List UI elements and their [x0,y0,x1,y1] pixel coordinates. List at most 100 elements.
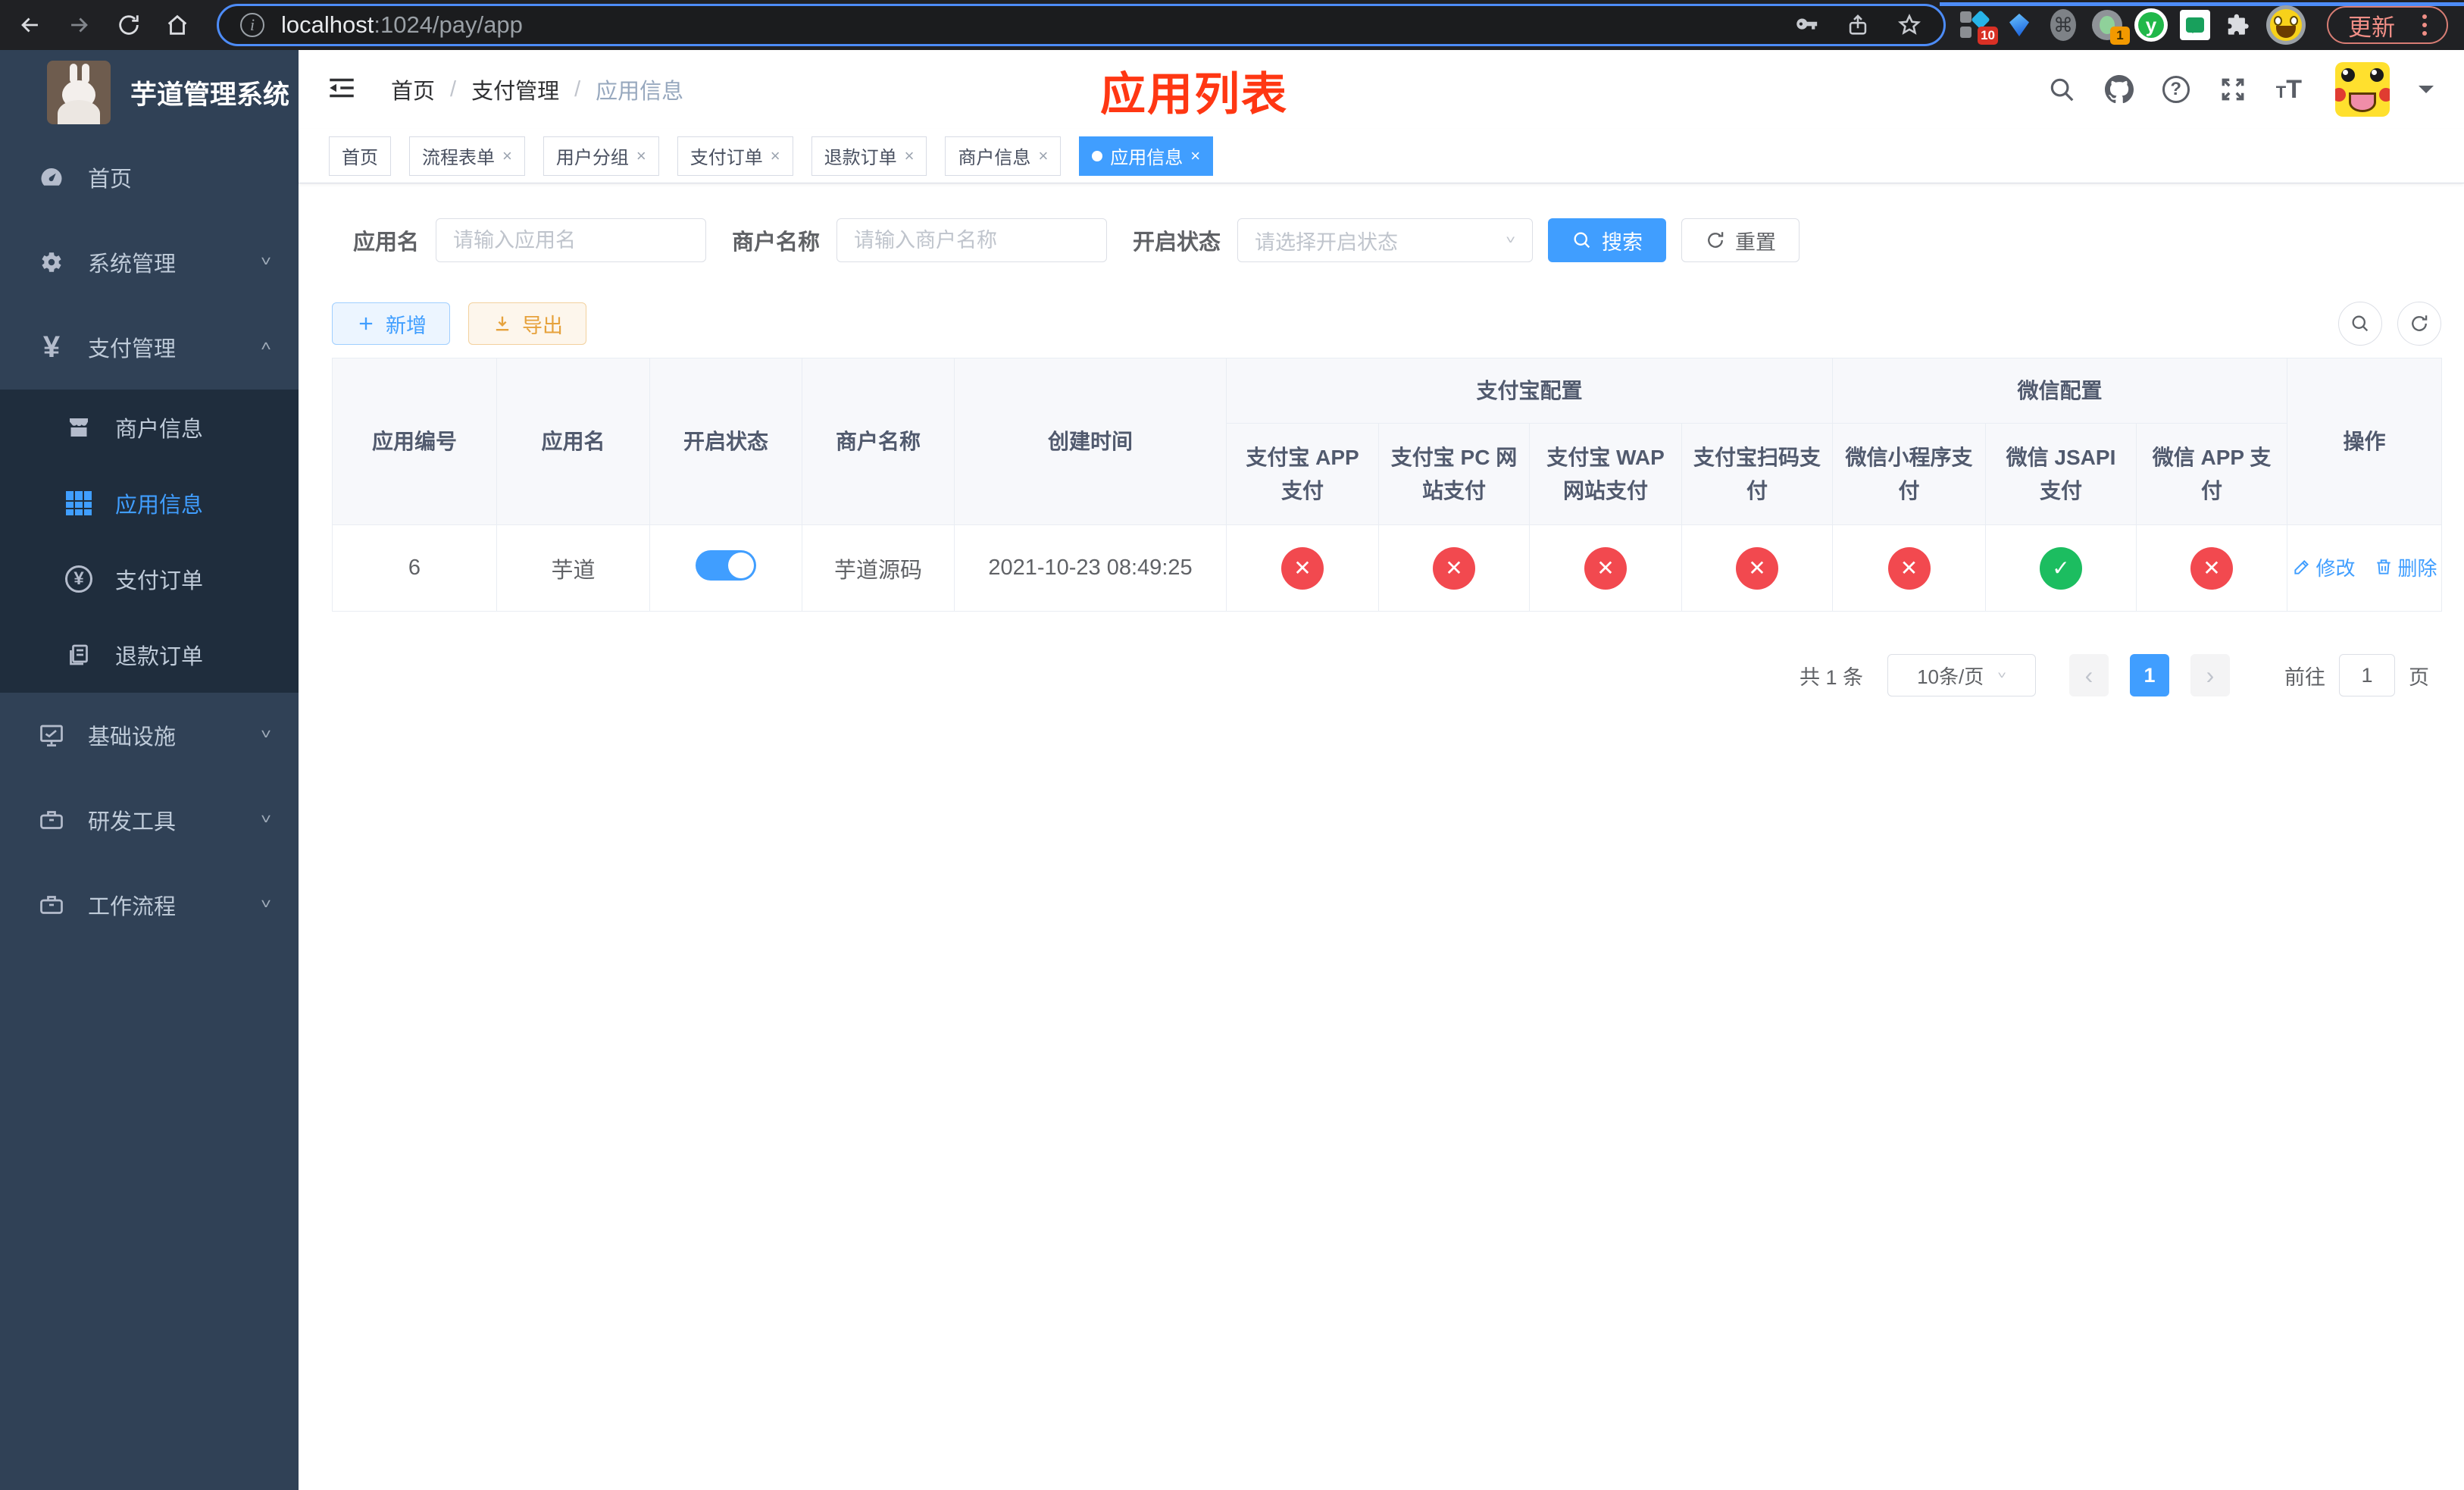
extension-chat-icon[interactable] [2178,8,2212,42]
fullscreen-icon[interactable] [2219,75,2247,104]
page-size-select[interactable]: 10条/页 ˅ [1887,654,2036,696]
tab-app-info[interactable]: 应用信息 × [1079,136,1214,176]
col-alipay-pc: 支付宝 PC 网站支付 [1378,423,1530,525]
close-icon[interactable]: × [905,146,915,166]
tab-merchant-info[interactable]: 商户信息 × [945,136,1062,176]
user-avatar[interactable] [2335,62,2390,117]
share-icon[interactable] [1845,12,1871,38]
font-size-icon[interactable]: TT [2276,75,2302,105]
sidebar-item-system[interactable]: 系统管理 ˅ [0,220,299,305]
config-status-icon: ✕ [1433,546,1475,590]
site-info-icon[interactable]: i [240,13,264,37]
yen-icon: ¥ [42,330,61,364]
close-icon[interactable]: × [1038,146,1048,166]
status-select[interactable]: 请选择开启状态 ˅ [1237,218,1534,262]
tab-home[interactable]: 首页 [329,136,391,176]
delete-link[interactable]: 删除 [2374,553,2437,581]
prev-page-button[interactable]: ‹ [2069,654,2109,696]
url-bar[interactable]: i localhost:1024/pay/app [217,4,1946,46]
tab-refund-order[interactable]: 退款订单 × [811,136,927,176]
cell-created: 2021-10-23 08:49:25 [954,524,1227,612]
reload-button[interactable] [108,0,150,50]
search-icon [1574,232,1590,249]
edit-link[interactable]: 修改 [2292,553,2356,581]
extension-command-icon[interactable]: ⌘ [2047,8,2080,42]
help-icon[interactable]: ? [2162,76,2190,103]
active-dot [1092,150,1103,161]
col-app-name: 应用名 [496,358,650,525]
extension-kite-icon[interactable] [2003,8,2036,42]
extension-blue-diamond-icon[interactable]: 10 [1959,8,1998,45]
export-button[interactable]: 导出 [468,302,586,345]
browser-profile-avatar[interactable] [2266,5,2306,45]
shop-icon [64,414,94,441]
sidebar-item-pay-order[interactable]: ¥ 支付订单 [0,541,299,617]
next-page-button[interactable]: › [2190,654,2230,696]
github-icon[interactable] [2104,75,2134,104]
home-button[interactable] [156,0,199,50]
password-key-icon[interactable] [1793,12,1819,38]
config-status-icon: ✕ [1584,546,1627,590]
table-grid-icon [64,491,94,515]
status-label: 开启状态 [1133,230,1221,255]
group-wechat-config: 微信配置 [1832,358,2288,424]
sidebar-fold-icon[interactable] [326,72,358,108]
add-button[interactable]: 新增 [332,302,450,345]
current-page[interactable]: 1 [2130,654,2169,696]
refresh-icon [1708,232,1724,248]
close-icon[interactable]: × [636,146,646,166]
sidebar-item-workflow[interactable]: 工作流程 ˅ [0,862,299,947]
sidebar-item-merchant-info[interactable]: 商户信息 [0,390,299,465]
cell-merchant: 芋道源码 [802,524,955,612]
tab-user-group[interactable]: 用户分组 × [543,136,659,176]
app-logo[interactable]: 芋道管理系统 [0,50,299,135]
plus-icon [359,317,373,330]
trash-icon [2376,559,2391,574]
col-created: 创建时间 [954,358,1227,525]
close-icon[interactable]: × [771,146,780,166]
forward-button[interactable] [58,0,100,50]
breadcrumb-home[interactable]: 首页 [391,74,435,105]
search-button[interactable]: 搜索 [1548,218,1667,262]
bookmark-star-icon[interactable] [1896,12,1922,38]
pagination: 共 1 条 10条/页 ˅ ‹ 1 › 前往 页 [332,654,2441,696]
extensions-puzzle-icon[interactable] [2222,8,2256,42]
goto-page-input[interactable] [2339,654,2395,696]
merchant-name-input[interactable] [836,218,1108,262]
extension-yudao-icon[interactable]: y [2134,8,2168,42]
show-search-button[interactable] [2338,302,2382,346]
download-icon [496,316,509,331]
merchant-name-label: 商户名称 [732,230,821,255]
sidebar-item-infrastructure[interactable]: 基础设施 ˅ [0,693,299,778]
close-icon[interactable]: × [502,146,512,166]
tab-process-form[interactable]: 流程表单 × [409,136,525,176]
logo-rabbit-image [47,61,111,124]
tags-view-bar: 首页 流程表单 × 用户分组 × 支付订单 × 退款订单 × 商户信息 × 应用信息 × [299,129,2464,183]
search-icon[interactable] [2047,75,2076,104]
cell-status [649,524,802,612]
reset-button[interactable]: 重置 [1681,218,1800,262]
sidebar-item-payment[interactable]: ¥ 支付管理 ˄ [0,305,299,390]
yen-circle-icon: ¥ [64,565,94,593]
status-toggle[interactable] [696,549,756,581]
sidebar-item-refund-order[interactable]: 退款订单 [0,617,299,693]
chevron-down-icon: ˅ [260,896,271,913]
close-icon[interactable]: × [1190,146,1200,166]
browser-update-button[interactable]: 更新 [2327,6,2448,44]
refresh-table-button[interactable] [2397,302,2441,346]
breadcrumb-payment[interactable]: 支付管理 [471,74,559,105]
extension-camera-icon[interactable]: 1 [2090,8,2130,45]
config-status-icon: ✓ [2040,546,2083,590]
app-name-input[interactable] [436,218,707,262]
filter-form: 应用名 商户名称 开启状态 请选择开启状态 ˅ 搜索 重置 [332,218,2441,262]
back-button[interactable] [9,0,52,50]
sidebar-item-home[interactable]: 首页 [0,135,299,220]
app-name-label: 应用名 [353,230,420,255]
sidebar-item-dev-tools[interactable]: 研发工具 ˅ [0,778,299,862]
browser-menu-icon[interactable] [2422,14,2427,36]
tab-pay-order[interactable]: 支付订单 × [677,136,793,176]
col-wechat-jsapi: 微信 JSAPI 支付 [1985,423,2137,525]
avatar-caret-down-icon[interactable] [2419,86,2434,101]
sidebar-item-app-info[interactable]: 应用信息 [0,465,299,541]
table-row: 6 芋道 芋道源码 2021-10-23 08:49:25 ✕ ✕ ✕ ✕ ✕ … [332,524,2443,612]
